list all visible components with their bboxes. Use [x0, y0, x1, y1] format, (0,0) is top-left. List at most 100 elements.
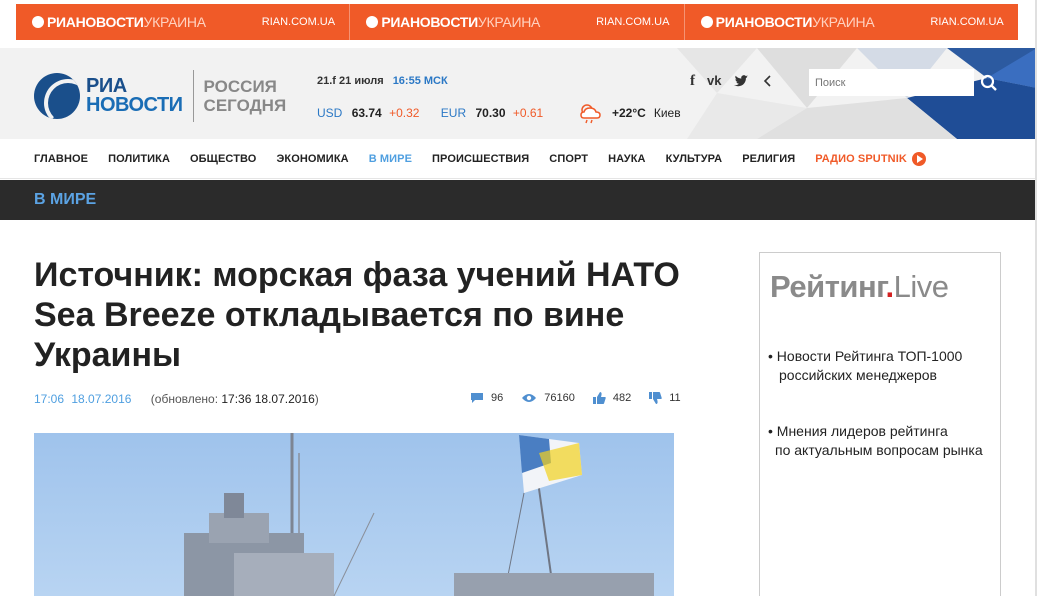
- ad-site: RIAN.COM.UA: [261, 16, 336, 28]
- sidebar-link-top1000[interactable]: • Новости Рейтинга ТОП-1000 российских м…: [768, 347, 962, 385]
- weather-city: Киев: [653, 106, 681, 120]
- rate-eur[interactable]: EUR 70.30 +0.61: [441, 106, 543, 120]
- nav-item-radio[interactable]: РАДИО SPUTNIK: [815, 151, 926, 166]
- rate-change: +0.61: [512, 106, 544, 120]
- rate-value: 70.30: [475, 106, 506, 120]
- eye-icon: [522, 394, 537, 402]
- search-button[interactable]: [974, 69, 1004, 96]
- rate-currency: USD: [317, 106, 343, 120]
- ad-cell[interactable]: РИАНОВОСТИ УКРАИНА RIAN.COM.UA: [16, 4, 351, 40]
- ria-logo-icon: [32, 16, 44, 28]
- play-icon: [911, 151, 926, 166]
- article-meta: 17:06 18.07.2016 (обновлено: 17:36 18.07…: [34, 392, 319, 406]
- article-photo[interactable]: [34, 433, 674, 596]
- logo-divider: [192, 70, 194, 122]
- publish-date[interactable]: 18.07.2016: [71, 392, 131, 406]
- nav-item-main[interactable]: ГЛАВНОЕ: [34, 153, 88, 165]
- sidebar-link-line: по актуальным вопросам рынка: [775, 442, 983, 458]
- nav-item-incidents[interactable]: ПРОИСШЕСТВИЯ: [432, 153, 529, 165]
- site-header: РИА НОВОСТИ РОССИЯ СЕГОДНЯ 21.f 21 июля …: [0, 48, 1037, 139]
- updated-prefix: (обновлено:: [150, 392, 222, 406]
- ad-cell[interactable]: РИАНОВОСТИ УКРАИНА RIAN.COM.UA: [685, 4, 1018, 40]
- sidebar-link-line: • Новости Рейтинга ТОП-1000: [768, 348, 963, 364]
- comments-value: 96: [491, 392, 504, 404]
- section-bar: В МИРЕ: [0, 180, 1035, 220]
- updated-value: 17:36 18.07.2016: [221, 392, 315, 406]
- partner-line-1: РОССИЯ: [203, 77, 277, 96]
- updated-info: (обновлено: 17:36 18.07.2016): [151, 392, 319, 406]
- article-stats: 96 76160 482 11: [470, 392, 699, 404]
- sidebar-link-line: российских менеджеров: [779, 367, 937, 383]
- current-date: 21 июля: [339, 75, 384, 87]
- logo-wordmark: РИА НОВОСТИ: [86, 76, 183, 116]
- facebook-icon[interactable]: f: [690, 73, 695, 90]
- nav-item-politics[interactable]: ПОЛИТИКА: [108, 153, 170, 165]
- updated-suffix: ): [314, 392, 319, 406]
- nav-item-world[interactable]: В МИРЕ: [369, 153, 412, 165]
- thumbs-down-icon: [649, 392, 662, 404]
- rate-change: +0.32: [389, 106, 420, 120]
- ad-brand-light: УКРАИНА: [143, 14, 207, 30]
- rating-live-widget: Рейтинг.Live • Новости Рейтинга ТОП-1000…: [759, 252, 1001, 596]
- sidebar-link-line: • Мнения лидеров рейтинга: [768, 423, 948, 439]
- nav-item-society[interactable]: ОБЩЕСТВО: [190, 153, 256, 165]
- nav-item-culture[interactable]: КУЛЬТУРА: [666, 153, 723, 165]
- ad-brand-bold: РИАНОВОСТИ: [715, 14, 813, 30]
- thumbs-up-icon: [592, 392, 606, 404]
- logo-line-novosti: НОВОСТИ: [86, 94, 183, 116]
- comments-count[interactable]: 96: [470, 392, 503, 404]
- dislikes-value: 11: [669, 392, 681, 404]
- comment-icon: [471, 393, 483, 403]
- main-nav: ГЛАВНОЕ ПОЛИТИКА ОБЩЕСТВО ЭКОНОМИКА В МИ…: [0, 139, 1037, 179]
- ad-cell[interactable]: РИАНОВОСТИ УКРАИНА RIAN.COM.UA: [350, 4, 685, 40]
- rate-usd[interactable]: USD 63.74 +0.32: [317, 106, 419, 120]
- nav-item-economy[interactable]: ЭКОНОМИКА: [276, 153, 348, 165]
- dislikes-count[interactable]: 11: [649, 392, 681, 404]
- twitter-icon[interactable]: [733, 73, 749, 89]
- views-count: 76160: [521, 392, 575, 404]
- ad-brand-light: УКРАИНА: [477, 14, 541, 30]
- radio-label: РАДИО SPUTNIK: [815, 152, 907, 165]
- article-headline: Источник: морская фаза учений НАТО Sea B…: [34, 256, 680, 374]
- partner-line-2: СЕГОДНЯ: [203, 96, 287, 115]
- rate-currency: EUR: [440, 106, 467, 120]
- vk-icon[interactable]: vk: [707, 73, 721, 90]
- rating-logo-live: Live: [893, 269, 949, 304]
- section-title[interactable]: В МИРЕ: [34, 191, 96, 209]
- publish-time: 17:06: [34, 392, 65, 406]
- nav-item-religion[interactable]: РЕЛИГИЯ: [742, 153, 795, 165]
- currency-rates: USD 63.74 +0.32 EUR 70.30 +0.61: [317, 106, 561, 120]
- ad-banner[interactable]: РИАНОВОСТИ УКРАИНА RIAN.COM.UA РИАНОВОСТ…: [16, 4, 1018, 40]
- sidebar-link-leaders[interactable]: • Мнения лидеров рейтинга по актуальным …: [768, 422, 983, 460]
- weather-temperature: +22°C: [612, 106, 646, 120]
- partner-logo: РОССИЯ СЕГОДНЯ: [204, 77, 287, 115]
- ad-brand-light: УКРАИНА: [812, 14, 875, 30]
- nav-item-science[interactable]: НАУКА: [608, 153, 645, 165]
- rating-logo-main: Рейтинг: [770, 269, 886, 304]
- ad-brand: РИАНОВОСТИ УКРАИНА: [366, 14, 540, 30]
- ad-brand-bold: РИАНОВОСТИ: [47, 14, 144, 30]
- ria-logo-icon: [700, 16, 713, 28]
- globe-icon: [34, 73, 80, 119]
- ad-brand-bold: РИАНОВОСТИ: [381, 14, 478, 30]
- likes-count[interactable]: 482: [592, 392, 632, 404]
- rate-value: 63.74: [351, 106, 382, 120]
- site-logo[interactable]: РИА НОВОСТИ РОССИЯ СЕГОДНЯ: [34, 70, 286, 122]
- likes-value: 482: [612, 392, 632, 404]
- search-icon: [980, 74, 997, 91]
- current-time: 16:55 МСК: [392, 75, 448, 87]
- ad-brand: РИАНОВОСТИ УКРАИНА: [32, 14, 206, 30]
- ria-logo-icon: [366, 16, 379, 28]
- rating-live-logo[interactable]: Рейтинг.Live: [770, 269, 949, 305]
- search-input[interactable]: [809, 69, 974, 96]
- rating-logo-dot: .: [885, 269, 894, 304]
- ad-site: RIAN.COM.UA: [596, 16, 670, 28]
- date-prefix: 21.f: [317, 75, 336, 87]
- weather-cloud-sun-icon: [580, 104, 601, 124]
- social-links: f vk: [690, 73, 773, 90]
- share-arrow-icon[interactable]: [761, 73, 773, 89]
- ad-site: RIAN.COM.UA: [930, 16, 1004, 28]
- ad-brand: РИАНОВОСТИ УКРАИНА: [700, 14, 875, 30]
- weather-widget[interactable]: +22°C Киев: [578, 102, 681, 124]
- nav-item-sport[interactable]: СПОРТ: [549, 153, 588, 165]
